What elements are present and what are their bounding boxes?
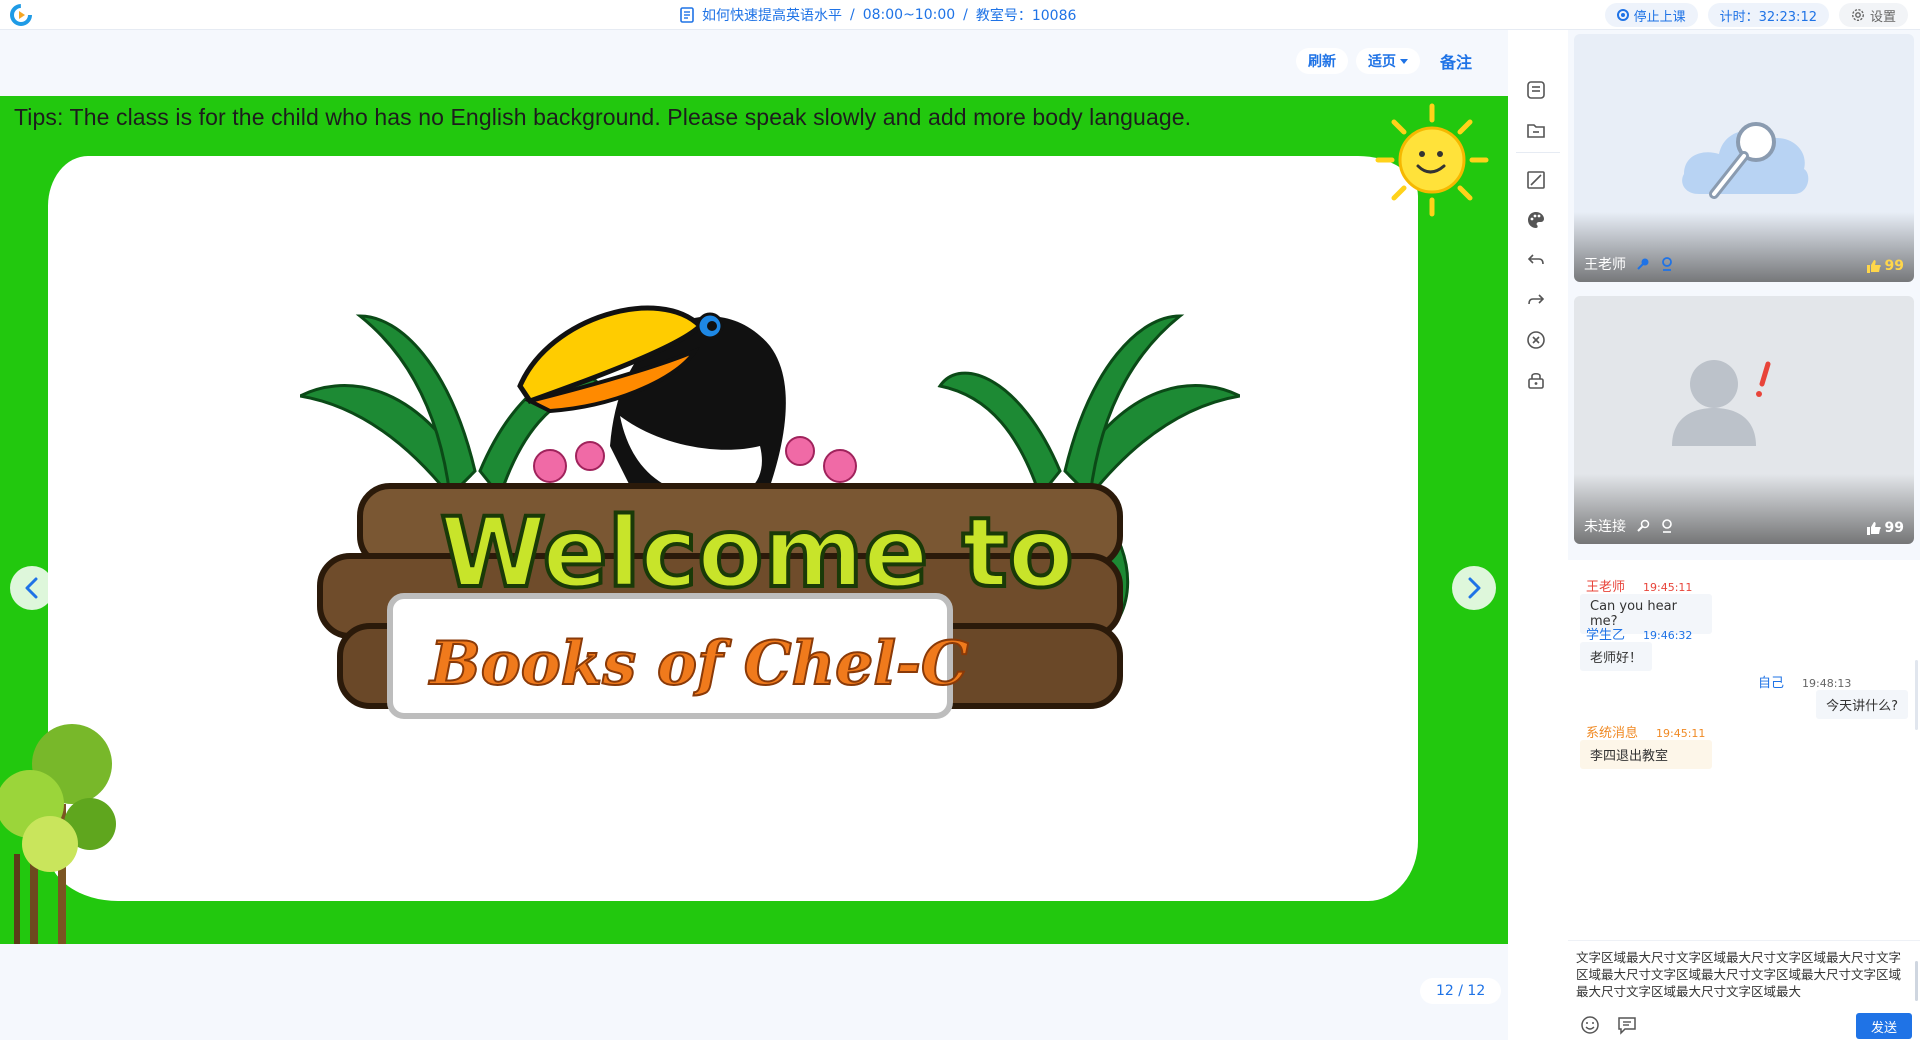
room-number: 教室号：10086 xyxy=(975,8,1077,24)
message-meta: 王老师 19:45:11 xyxy=(1586,576,1692,595)
chat-input-area: 文字区域最大尺寸文字区域最大尺寸文字区域最大尺寸文字区域最大尺寸文字区域最大尺寸… xyxy=(1568,940,1920,1040)
teacher-name-row: 王老师 xyxy=(1584,254,1674,274)
gear-icon xyxy=(1851,8,1864,22)
thumbs-up-icon xyxy=(1866,259,1881,273)
message-meta: 自己 19:48:13 xyxy=(1758,672,1851,691)
stage-toolbar: 刷新 适页 备注 xyxy=(1295,48,1484,74)
slide-tips: Tips: The class is for the child who has… xyxy=(14,104,1192,130)
microphone-placeholder-icon xyxy=(1682,122,1809,199)
redo-button[interactable] xyxy=(1522,286,1550,314)
message-time: 19:48:13 xyxy=(1802,677,1852,690)
settings-button[interactable]: 设置 xyxy=(1838,3,1908,27)
folder-icon xyxy=(1527,124,1545,138)
timer-label: 计时：32:23:12 xyxy=(1719,9,1817,25)
message-time: 19:46:32 xyxy=(1643,629,1693,642)
message-time: 19:45:11 xyxy=(1656,727,1706,740)
teacher-video[interactable]: 王老师 99 xyxy=(1574,34,1914,282)
separator: / xyxy=(963,7,968,23)
teacher-likes: 99 xyxy=(1866,258,1904,274)
course-time: 08:00~10:00 xyxy=(862,7,956,23)
document-icon xyxy=(680,7,694,23)
pen-tool-button[interactable] xyxy=(1522,166,1550,194)
courseware-list-button[interactable] xyxy=(1522,76,1550,104)
send-button[interactable]: 发送 xyxy=(1856,1013,1912,1039)
user-placeholder-icon xyxy=(1672,360,1771,446)
message-time: 19:45:11 xyxy=(1643,581,1693,594)
student-name-row: 未连接 xyxy=(1584,516,1674,536)
teacher-name: 王老师 xyxy=(1584,257,1626,273)
chevron-left-icon xyxy=(25,577,38,599)
tool-divider xyxy=(1516,152,1560,153)
message-sender: 王老师 xyxy=(1586,580,1626,595)
student-likes: 99 xyxy=(1866,520,1904,536)
whiteboard-toolbar xyxy=(1508,30,1568,1040)
fit-page-label: 适页 xyxy=(1367,54,1396,70)
mic-off-icon xyxy=(1637,519,1650,532)
message-bubble: 老师好！ xyxy=(1580,642,1653,671)
top-bar: 如何快速提高英语水平 / 08:00~10:00 / 教室号：10086 停止上… xyxy=(0,0,1920,30)
mic-on-icon xyxy=(1637,258,1649,270)
message-bubble: 今天讲什么? xyxy=(1816,690,1908,719)
chat-scrollbar[interactable] xyxy=(1915,660,1918,730)
message-meta: 学生乙 19:46:32 xyxy=(1586,624,1692,643)
refresh-button[interactable]: 刷新 xyxy=(1295,48,1348,74)
student-name: 未连接 xyxy=(1584,519,1626,535)
sun-illustration xyxy=(1375,103,1489,217)
clear-icon xyxy=(1527,331,1545,349)
slide-title-line2: Books of Chel-C xyxy=(428,629,969,699)
chevron-right-icon xyxy=(1468,577,1481,599)
fit-page-dropdown[interactable]: 适页 xyxy=(1355,48,1420,74)
courseware-slide[interactable]: Tips: The class is for the child who has… xyxy=(0,96,1508,944)
course-title: 如何快速提高英语水平 xyxy=(702,8,842,24)
camera-off-icon xyxy=(1662,519,1672,533)
chat-input[interactable]: 文字区域最大尺寸文字区域最大尺寸文字区域最大尺寸文字区域最大尺寸文字区域最大尺寸… xyxy=(1576,949,1906,1000)
app-logo xyxy=(10,4,32,26)
courseware-stage: 刷新 适页 备注 Tips: The class is for the chil… xyxy=(0,30,1508,1040)
input-scrollbar[interactable] xyxy=(1915,961,1918,1001)
undo-button[interactable] xyxy=(1522,246,1550,274)
message-sender: 自己 xyxy=(1758,676,1785,691)
camera-on-icon xyxy=(1662,257,1672,271)
settings-label: 设置 xyxy=(1869,9,1896,25)
student-likes-count: 99 xyxy=(1884,520,1904,536)
message-bubble: 李四退出教室 xyxy=(1580,740,1712,769)
chat-panel[interactable]: 王老师 19:45:11 Can you hear me? 学生乙 19:46:… xyxy=(1568,560,1920,950)
teacher-likes-count: 99 xyxy=(1884,258,1904,274)
palette-icon xyxy=(1528,212,1544,228)
notes-button[interactable]: 备注 xyxy=(1428,48,1484,74)
message-sender: 系统消息 xyxy=(1586,726,1639,741)
stop-class-button[interactable]: 停止上课 xyxy=(1604,3,1698,27)
separator: / xyxy=(850,7,855,23)
page-counter: 12 / 12 xyxy=(1420,978,1502,1004)
quick-reply-icon[interactable] xyxy=(1616,1015,1638,1035)
welcome-sign-artwork: Welcome to Books of Chel-C xyxy=(300,305,1240,719)
caret-down-icon xyxy=(1399,58,1408,64)
pen-icon xyxy=(1527,171,1545,189)
class-timer: 计时：32:23:12 xyxy=(1707,3,1829,27)
slide-title-line1: Welcome to xyxy=(440,497,1074,609)
lock-icon xyxy=(1528,372,1544,389)
message-meta: 系统消息 19:45:11 xyxy=(1586,722,1705,741)
lock-button[interactable] xyxy=(1522,366,1550,394)
stop-icon xyxy=(1616,9,1629,21)
student-video[interactable]: 未连接 99 xyxy=(1574,296,1914,544)
courseware-list-icon xyxy=(1527,81,1545,99)
right-panel: 王老师 99 未连接 99 王老师 19:45:11 Can you hear … xyxy=(1568,30,1920,1040)
course-info: 如何快速提高英语水平 / 08:00~10:00 / 教室号：10086 xyxy=(680,6,1076,24)
undo-icon xyxy=(1527,254,1544,265)
clear-button[interactable] xyxy=(1522,326,1550,354)
stop-class-label: 停止上课 xyxy=(1633,9,1686,25)
color-tool-button[interactable] xyxy=(1522,206,1550,234)
redo-icon xyxy=(1528,294,1545,305)
trees-illustration xyxy=(0,724,116,944)
emoji-icon[interactable] xyxy=(1580,1015,1600,1035)
refresh-label: 刷新 xyxy=(1307,54,1336,70)
message-sender: 学生乙 xyxy=(1586,628,1626,643)
next-page-button[interactable] xyxy=(1452,566,1496,610)
folder-button[interactable] xyxy=(1522,116,1550,144)
notes-label: 备注 xyxy=(1439,53,1472,72)
prev-page-button[interactable] xyxy=(10,566,54,610)
thumbs-up-icon xyxy=(1866,521,1881,535)
